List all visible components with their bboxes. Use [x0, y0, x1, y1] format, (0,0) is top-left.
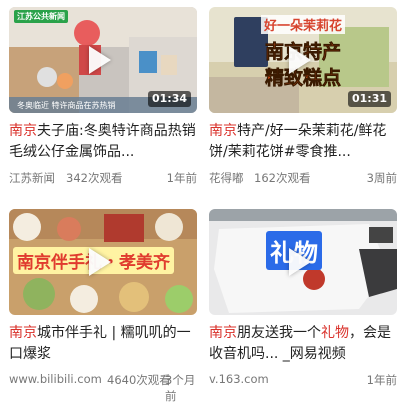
video-duration: 01:31	[347, 91, 391, 107]
video-meta: 花得嘟 162次观看 3周前	[209, 170, 397, 188]
video-meta: 江苏新闻 342次观看 1年前	[9, 170, 197, 188]
video-card-4[interactable]: 礼物 南京朋友送我一个礼物，会是收音机吗... _网易视频 v.163.com …	[209, 209, 397, 390]
video-title[interactable]: 南京特产/好一朵茉莉花/鲜花饼/茉莉花饼#零食推...	[209, 121, 397, 163]
video-source[interactable]: www.bilibili.com	[9, 372, 102, 386]
video-title[interactable]: 南京夫子庙:冬奥特许商品热销毛绒公仔金属饰品...	[9, 121, 197, 163]
video-card-1[interactable]: 江苏公共新闻 冬奥临近 特许商品在苏热销 01:34 南京夫子庙:冬奥特许商品热…	[9, 7, 197, 188]
video-thumbnail[interactable]: 南京伴手礼・孝美齐	[9, 209, 197, 315]
play-icon[interactable]	[89, 248, 111, 276]
video-source[interactable]: 江苏新闻	[9, 170, 55, 186]
video-source[interactable]: v.163.com	[209, 372, 269, 386]
video-source[interactable]: 花得嘟	[209, 170, 244, 186]
publish-time: 3个月前	[165, 373, 196, 403]
publish-time: 3周前	[366, 171, 397, 185]
view-count: 4640次观看	[107, 373, 171, 387]
video-thumbnail[interactable]: 好一朵茉莉花 南京特产 精致糕点 01:31	[209, 7, 397, 113]
video-title[interactable]: 南京朋友送我一个礼物，会是收音机吗... _网易视频	[209, 323, 397, 365]
publish-time: 1年前	[166, 171, 197, 185]
video-duration: 01:34	[147, 91, 191, 107]
view-count: 162次观看	[254, 171, 311, 185]
video-title[interactable]: 南京城市伴手礼 | 糯叽叽的一口爆浆	[9, 323, 197, 365]
video-card-2[interactable]: 好一朵茉莉花 南京特产 精致糕点 01:31 南京特产/好一朵茉莉花/鲜花饼/茉…	[209, 7, 397, 188]
play-icon[interactable]	[89, 46, 111, 74]
video-thumbnail[interactable]: 礼物	[209, 209, 397, 315]
video-meta: v.163.com 1年前	[209, 372, 397, 390]
video-meta: www.bilibili.com 4640次观看 3个月前	[9, 372, 197, 403]
view-count: 342次观看	[66, 171, 123, 185]
video-thumbnail[interactable]: 江苏公共新闻 冬奥临近 特许商品在苏热销 01:34	[9, 7, 197, 113]
publish-time: 1年前	[366, 373, 397, 387]
thumbnail-title-line1: 好一朵茉莉花	[261, 15, 346, 34]
thumbnail-caption: 冬奥临近 特许商品在苏热销	[17, 101, 116, 110]
play-icon[interactable]	[289, 46, 311, 74]
play-icon[interactable]	[289, 248, 311, 276]
video-card-3[interactable]: 南京伴手礼・孝美齐 南京城市伴手礼 | 糯叽叽的一口爆浆 www.bilibil…	[9, 209, 197, 403]
thumbnail-logo: 江苏公共新闻	[14, 10, 68, 23]
